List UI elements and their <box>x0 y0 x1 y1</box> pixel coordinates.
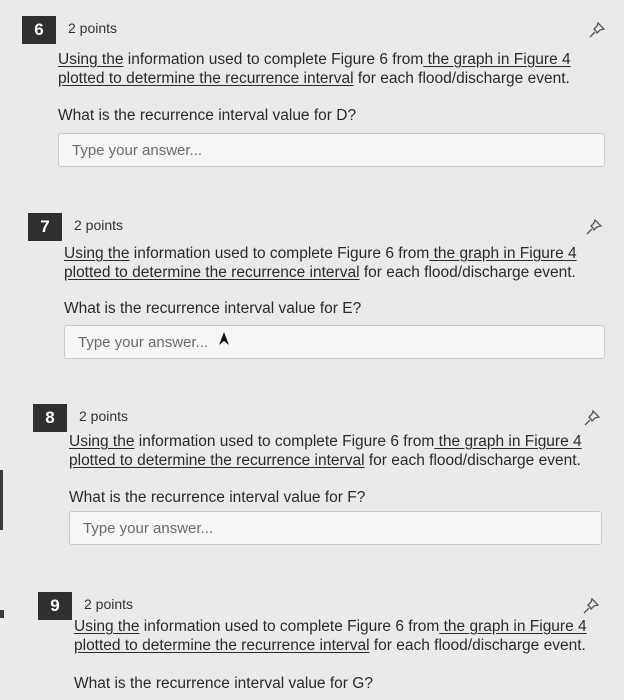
question-prompt: What is the recurrence interval value fo… <box>58 107 357 124</box>
question-number: 9 <box>38 592 72 620</box>
question-number: 8 <box>33 404 67 432</box>
answer-input[interactable]: Type your answer... <box>58 133 605 167</box>
question-points: 2 points <box>79 408 129 424</box>
question-points: 2 points <box>84 596 134 612</box>
question-points: 2 points <box>74 217 124 233</box>
pin-icon[interactable] <box>581 596 601 616</box>
question-7: 7 2 points Using the information used to… <box>28 213 608 383</box>
question-number: 6 <box>22 16 56 44</box>
question-9: 9 2 points Using the information used to… <box>38 592 608 700</box>
answer-input[interactable]: Type your answer... <box>64 325 605 359</box>
question-instructions: Using the information used to complete F… <box>74 618 587 654</box>
answer-input[interactable]: Type your answer... <box>69 511 602 545</box>
question-points: 2 points <box>68 20 118 36</box>
pin-icon[interactable] <box>587 20 607 40</box>
question-prompt: What is the recurrence interval value fo… <box>69 489 366 506</box>
question-8: 8 2 points Using the information used to… <box>33 404 608 554</box>
page-edge-mark <box>0 470 3 530</box>
pin-icon[interactable] <box>582 408 602 428</box>
question-prompt: What is the recurrence interval value fo… <box>74 675 373 692</box>
question-instructions: Using the information used to complete F… <box>64 245 577 281</box>
mouse-cursor-icon <box>219 332 229 345</box>
pin-icon[interactable] <box>584 217 604 237</box>
question-6: 6 2 points Using the information used to… <box>22 16 607 186</box>
question-prompt: What is the recurrence interval value fo… <box>64 300 362 317</box>
question-number: 7 <box>28 213 62 241</box>
question-instructions: Using the information used to complete F… <box>69 433 582 469</box>
question-instructions: Using the information used to complete F… <box>58 51 571 87</box>
page-edge-mark <box>0 610 4 618</box>
